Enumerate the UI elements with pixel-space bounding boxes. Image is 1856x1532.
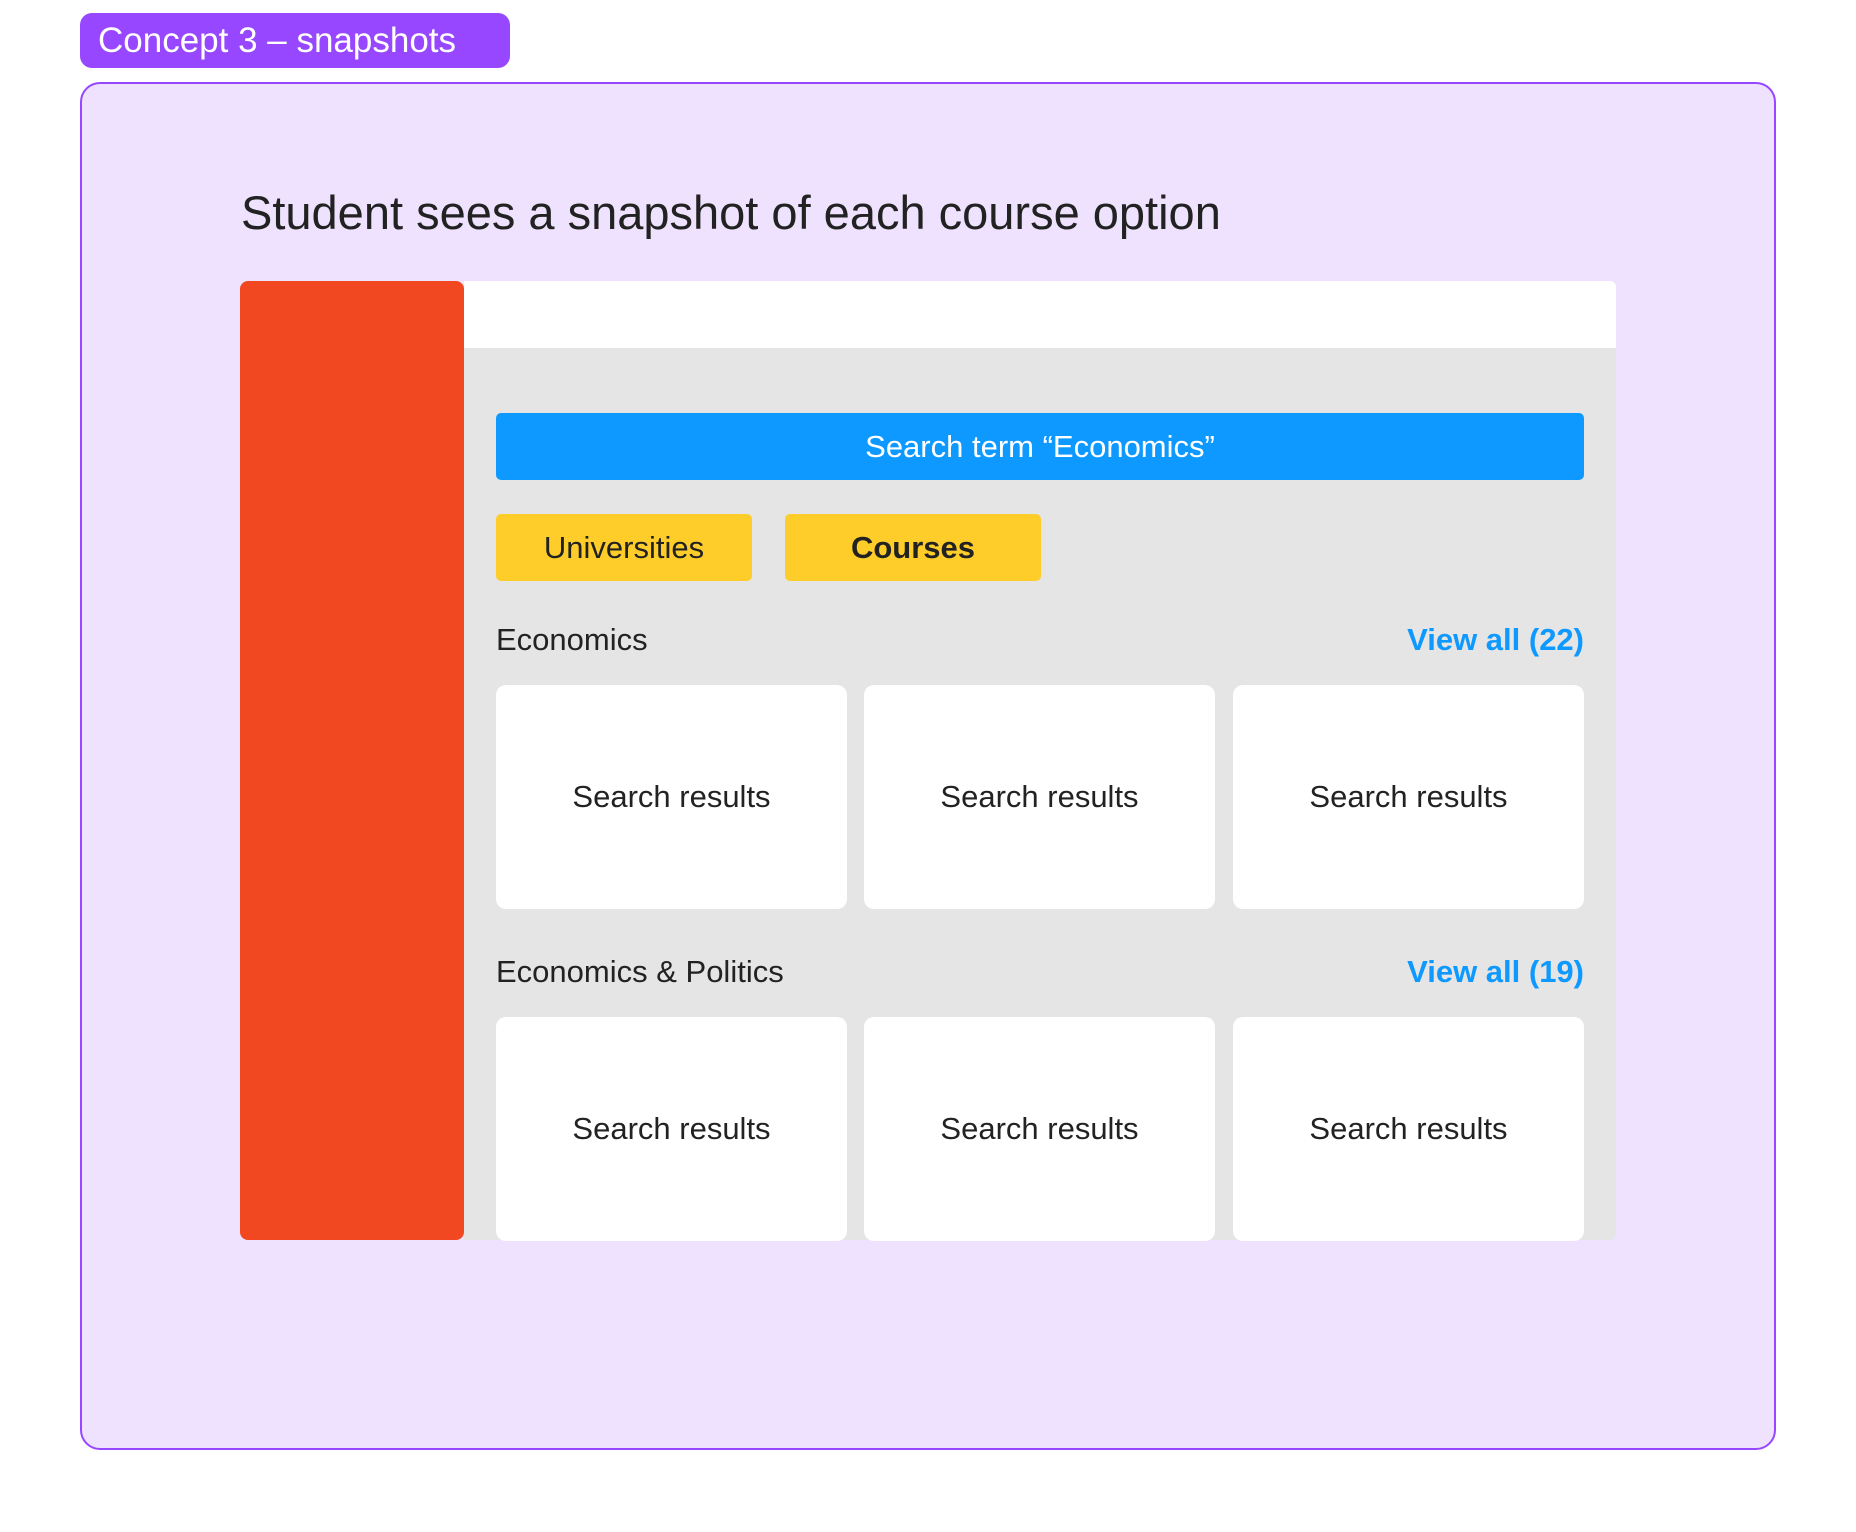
tab-universities[interactable]: Universities [496, 514, 752, 581]
sidebar-placeholder [240, 281, 464, 1240]
frame-tag: Concept 3 – snapshots [80, 13, 510, 68]
page-heading: Student sees a snapshot of each course o… [241, 186, 1221, 239]
section-title-economics-politics: Economics & Politics [496, 954, 784, 989]
tab-courses[interactable]: Courses [785, 514, 1041, 581]
view-all-economics-politics-link[interactable]: View all (19) [1407, 952, 1584, 992]
view-all-economics-link[interactable]: View all (22) [1407, 620, 1584, 660]
search-result-card[interactable]: Search results [864, 1017, 1215, 1241]
search-result-card[interactable]: Search results [1233, 1017, 1584, 1241]
search-result-card[interactable]: Search results [864, 685, 1215, 909]
top-bar-placeholder [464, 281, 1616, 348]
search-result-card[interactable]: Search results [1233, 685, 1584, 909]
search-result-card[interactable]: Search results [496, 685, 847, 909]
search-result-card[interactable]: Search results [496, 1017, 847, 1241]
search-term-bar[interactable]: Search term “Economics” [496, 413, 1584, 480]
section-title-economics: Economics [496, 622, 648, 657]
